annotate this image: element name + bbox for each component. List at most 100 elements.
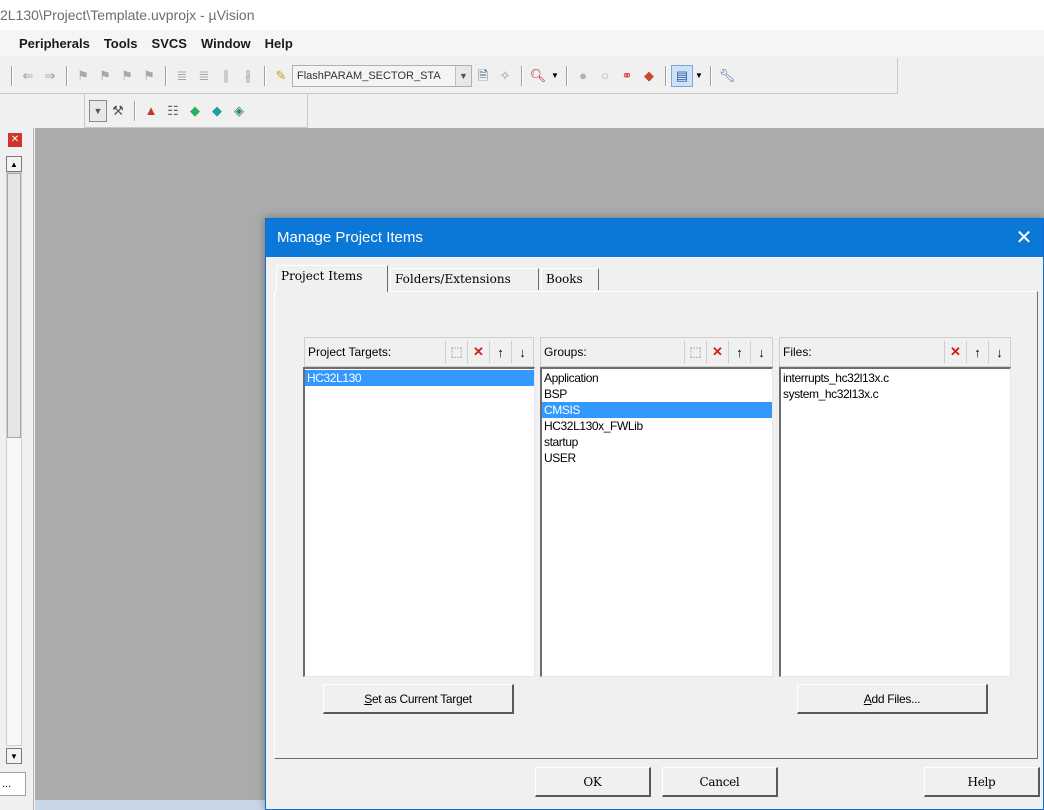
build-toolbar: ⇐ ⇒ ⚑ ⚑ ⚑ ⚑ ≣ ≣ ∥ ∦ ✎ FlashPARAM_SECTOR_… bbox=[0, 58, 898, 94]
list-item[interactable]: HC32L130 bbox=[305, 370, 534, 386]
list-item[interactable]: BSP bbox=[542, 386, 772, 402]
file-extensions-icon[interactable]: ☷ bbox=[162, 100, 184, 122]
panel-tab-truncated[interactable]: ... bbox=[0, 772, 26, 796]
toolbar-separator bbox=[521, 65, 522, 86]
breakpoint-icon[interactable]: ● bbox=[572, 65, 594, 87]
debug-session-icon[interactable]: 🔍︎ bbox=[527, 65, 549, 87]
chevron-down-icon[interactable]: ▼ bbox=[549, 65, 561, 87]
scroll-up-icon[interactable]: ▲ bbox=[6, 156, 22, 172]
navigate-back-icon[interactable]: ⇐ bbox=[17, 65, 39, 87]
menu-peripherals[interactable]: Peripherals bbox=[0, 36, 97, 51]
toolbar-separator bbox=[710, 65, 711, 86]
toolbar-separator bbox=[264, 65, 265, 86]
tab-project-items[interactable]: Project Items bbox=[276, 265, 388, 292]
select-software-packs-icon[interactable]: ◆ bbox=[206, 100, 228, 122]
list-item[interactable]: interrupts_hc32l13x.c bbox=[781, 370, 1010, 386]
indent-icon[interactable]: ≣ bbox=[171, 65, 193, 87]
groups-label: Groups: bbox=[544, 345, 587, 359]
arrow-up-icon[interactable]: ↑ bbox=[966, 341, 988, 363]
options-for-target-icon[interactable]: ⚒ bbox=[107, 100, 129, 122]
delete-icon[interactable]: ✕ bbox=[467, 341, 489, 363]
arrow-down-icon[interactable]: ↓ bbox=[750, 341, 772, 363]
scroll-down-icon[interactable]: ▼ bbox=[6, 748, 22, 764]
kill-all-breakpoints-icon[interactable]: ◆ bbox=[638, 65, 660, 87]
manage-project-items-icon[interactable]: ▲ bbox=[140, 100, 162, 122]
arrow-up-icon[interactable]: ↑ bbox=[489, 341, 511, 363]
flash-combo[interactable]: FlashPARAM_SECTOR_STA ▼ bbox=[292, 64, 472, 87]
next-bookmark-icon[interactable]: ⚑ bbox=[116, 65, 138, 87]
insert-bookmark-icon[interactable]: ⚑ bbox=[72, 65, 94, 87]
project-panel: ✕ ▲ ▼ ... bbox=[0, 128, 34, 810]
manage-project-items-dialog: Manage Project Items ✕ Project Items Fol… bbox=[265, 218, 1044, 810]
new-item-icon[interactable]: ⬚ bbox=[445, 341, 467, 363]
files-list[interactable]: interrupts_hc32l13x.c system_hc32l13x.c bbox=[779, 367, 1011, 677]
arrow-down-icon[interactable]: ↓ bbox=[511, 341, 533, 363]
menu-bar: Peripherals Tools SVCS Window Help bbox=[0, 30, 1044, 56]
clear-bookmarks-icon[interactable]: ⚑ bbox=[138, 65, 160, 87]
set-as-current-target-button[interactable]: Set as Current Target bbox=[323, 684, 514, 714]
navigate-forward-icon[interactable]: ⇒ bbox=[39, 65, 61, 87]
window-layout-icon[interactable]: ▤ bbox=[671, 64, 693, 87]
toolbar-separator bbox=[665, 65, 666, 86]
files-label: Files: bbox=[783, 345, 812, 359]
arrow-up-icon[interactable]: ↑ bbox=[728, 341, 750, 363]
chevron-down-icon[interactable]: ▼ bbox=[693, 65, 705, 87]
arrow-down-icon[interactable]: ↓ bbox=[988, 341, 1010, 363]
chevron-down-icon[interactable]: ▼ bbox=[455, 65, 471, 86]
target-toolbar: ▼ ⚒ ▲ ☷ ◆ ◆ ◈ bbox=[84, 94, 308, 128]
close-icon[interactable]: ✕ bbox=[8, 133, 22, 147]
toolbar-separator bbox=[66, 65, 67, 86]
files-header: Files: ✕ ↑ ↓ bbox=[779, 337, 1011, 367]
menu-tools[interactable]: Tools bbox=[97, 36, 145, 51]
unindent-icon[interactable]: ≣ bbox=[193, 65, 215, 87]
tab-books[interactable]: Books bbox=[541, 268, 599, 290]
toolbar-separator bbox=[134, 100, 135, 121]
delete-icon[interactable]: ✕ bbox=[706, 341, 728, 363]
menu-svcs[interactable]: SVCS bbox=[145, 36, 194, 51]
groups-list[interactable]: Application BSP CMSIS HC32L130x_FWLib st… bbox=[540, 367, 773, 677]
uncomment-icon[interactable]: ∦ bbox=[237, 65, 259, 87]
target-combo-arrow[interactable]: ▼ bbox=[89, 99, 107, 122]
set-current-mnemonic: S bbox=[364, 691, 372, 706]
scrollbar-thumb[interactable] bbox=[7, 173, 21, 438]
previous-bookmark-icon[interactable]: ⚑ bbox=[94, 65, 116, 87]
disable-breakpoint-icon[interactable]: ○ bbox=[594, 65, 616, 87]
manage-run-time-environment-icon[interactable]: ◈ bbox=[228, 100, 250, 122]
list-item[interactable]: USER bbox=[542, 450, 772, 466]
groups-header: Groups: ⬚ ✕ ↑ ↓ bbox=[540, 337, 773, 367]
menu-window[interactable]: Window bbox=[194, 36, 258, 51]
toolbar-separator bbox=[566, 65, 567, 86]
list-item[interactable]: system_hc32l13x.c bbox=[781, 386, 1010, 402]
set-current-label: et as Current Target bbox=[371, 691, 472, 706]
close-icon[interactable]: ✕ bbox=[1011, 219, 1037, 257]
flash-combo-value: FlashPARAM_SECTOR_STA bbox=[297, 69, 441, 82]
pack-installer-icon[interactable]: ◆ bbox=[184, 100, 206, 122]
new-item-icon[interactable]: ⬚ bbox=[684, 341, 706, 363]
open-folder-icon[interactable]: ✎ bbox=[270, 65, 292, 87]
toolbar-separator bbox=[11, 65, 12, 86]
window-title: 2L130\Project\Template.uvprojx - µVision bbox=[0, 0, 1044, 30]
menu-help[interactable]: Help bbox=[258, 36, 300, 51]
dialog-title: Manage Project Items bbox=[266, 219, 1043, 257]
list-item[interactable]: Application bbox=[542, 370, 772, 386]
wand-icon[interactable]: ✧ bbox=[494, 65, 516, 87]
list-item[interactable]: startup bbox=[542, 434, 772, 450]
list-item[interactable]: CMSIS bbox=[542, 402, 772, 418]
list-item[interactable]: HC32L130x_FWLib bbox=[542, 418, 772, 434]
ok-button[interactable]: OK bbox=[535, 767, 651, 797]
cancel-button[interactable]: Cancel bbox=[662, 767, 778, 797]
project-targets-label: Project Targets: bbox=[308, 345, 392, 359]
help-button[interactable]: Help bbox=[924, 767, 1040, 797]
find-in-files-icon[interactable]: 🗎 bbox=[472, 65, 494, 87]
configure-icon[interactable]: 🔧︎ bbox=[716, 65, 738, 87]
kill-breakpoints-icon[interactable]: ⚭ bbox=[616, 65, 638, 87]
add-files-button[interactable]: Add Files... bbox=[797, 684, 988, 714]
delete-icon[interactable]: ✕ bbox=[944, 341, 966, 363]
tab-folders-extensions[interactable]: Folders/Extensions bbox=[390, 268, 539, 290]
add-files-mnemonic: A bbox=[863, 691, 872, 706]
toolbar-separator bbox=[165, 65, 166, 86]
chevron-down-icon: ▼ bbox=[90, 100, 106, 121]
comment-icon[interactable]: ∥ bbox=[215, 65, 237, 87]
project-targets-list[interactable]: HC32L130 bbox=[303, 367, 535, 677]
add-files-label: dd Files... bbox=[871, 691, 921, 706]
